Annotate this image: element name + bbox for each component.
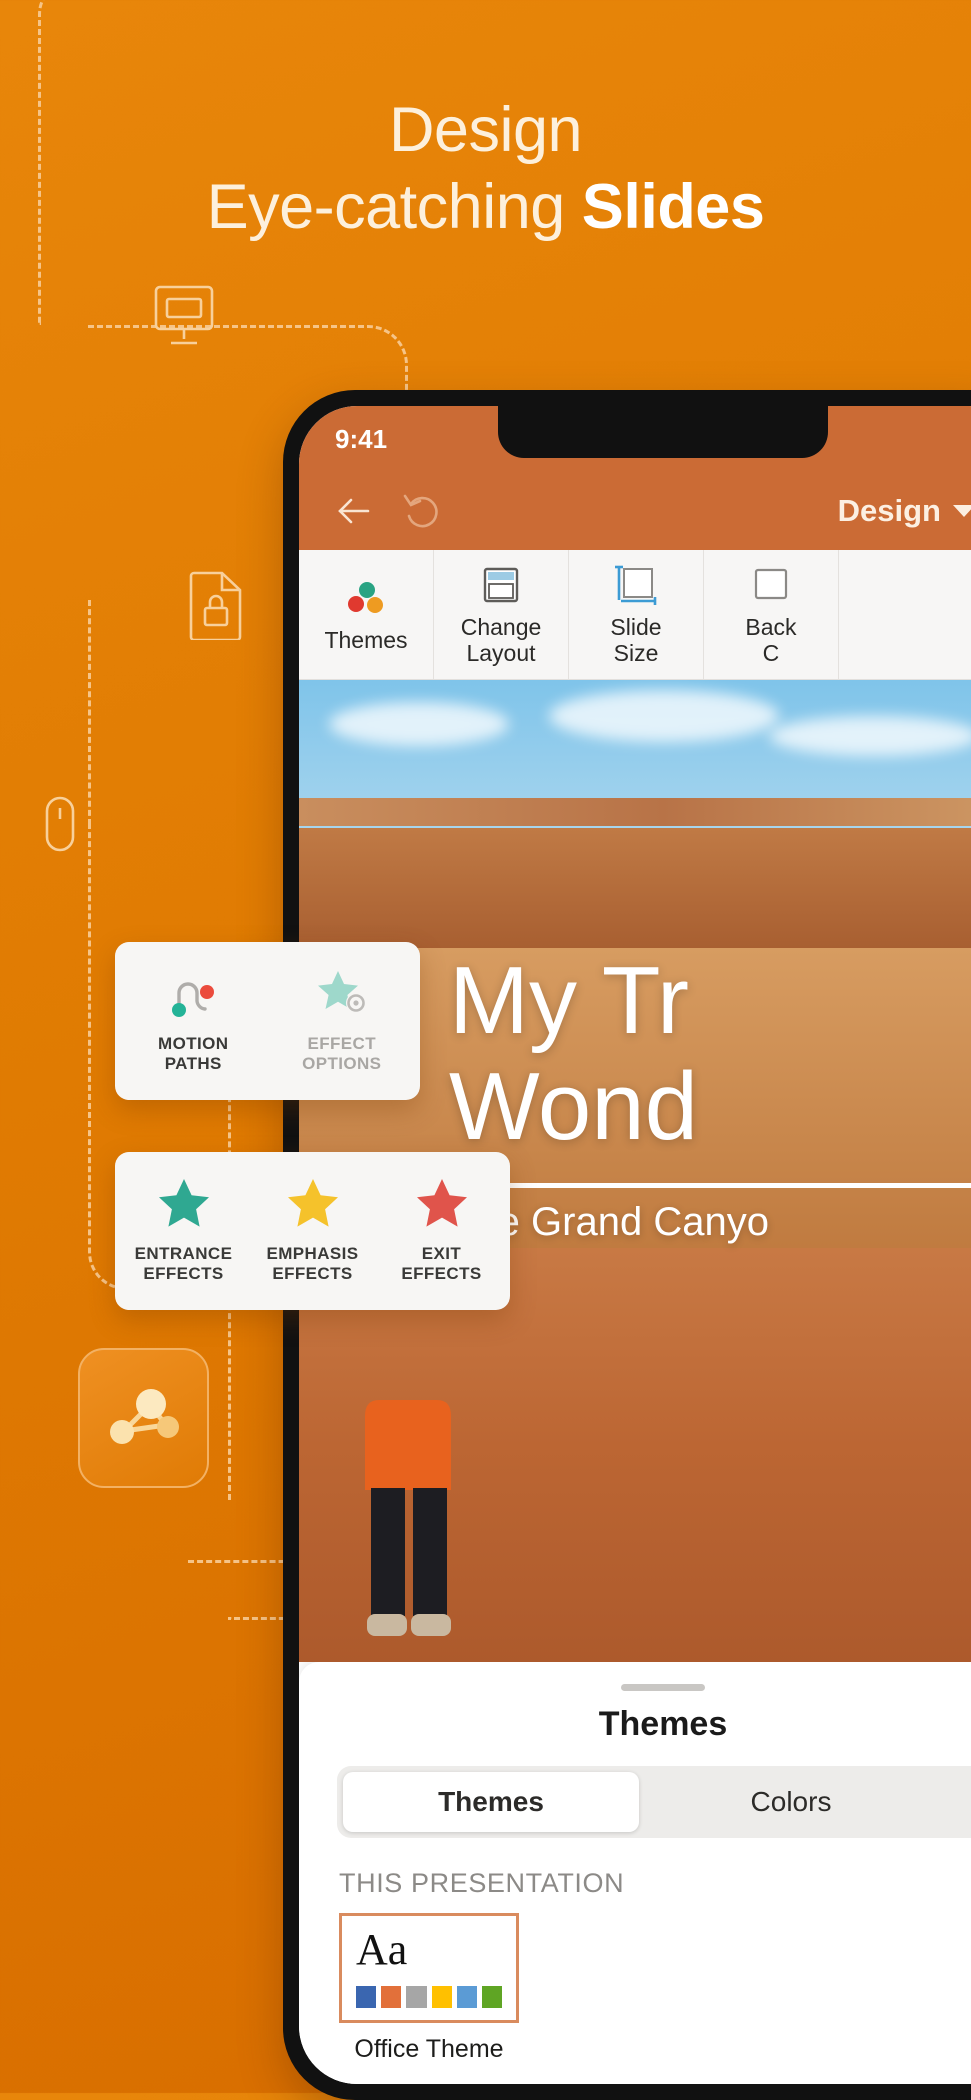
cell-entrance-effects[interactable]: ENTRANCE EFFECTS (119, 1174, 248, 1290)
sheet-tab-bar: Themes Colors (337, 1766, 971, 1838)
label-exit-effects: EXIT EFFECTS (401, 1244, 482, 1284)
tab-design[interactable]: Design (838, 493, 971, 529)
effect-options-icon (314, 964, 370, 1022)
cell-emphasis-effects[interactable]: EMPHASIS EFFECTS (248, 1174, 377, 1290)
sheet-title: Themes (598, 1705, 728, 1743)
undo-icon[interactable] (401, 490, 443, 532)
theme-item-office[interactable]: Aa Office Theme (339, 1913, 519, 2064)
cloud-shape (549, 690, 779, 742)
themes-bottom-sheet: Themes Themes Colors THIS PRESENTATION A… (299, 1662, 971, 2084)
theme-swatch (431, 1986, 452, 2008)
slide-title-line-1: My Tr (449, 947, 689, 1054)
animation-card-motion: MOTION PATHS EFFECT OPTIONS (115, 942, 420, 1100)
hiker-photo-figure (365, 1400, 451, 1636)
headline-line-1: Design (388, 95, 583, 165)
page-title: Design Eye-catching Slides (0, 92, 971, 247)
mouse-icon (44, 795, 76, 853)
themes-dots-icon (343, 575, 389, 621)
theme-swatch-row (356, 1986, 503, 2008)
design-ribbon: Themes Change Layout Slide Size Back C (299, 550, 971, 680)
cloud-shape (769, 716, 971, 756)
dashed-path-left-down (88, 600, 91, 825)
tab-overflow[interactable] (943, 1772, 971, 1832)
background-color-icon (748, 562, 794, 608)
cloud-shape (329, 702, 509, 746)
star-teal-icon (156, 1174, 212, 1232)
slide-title-line-2: Wond (449, 1052, 699, 1160)
app-logo-nodes-icon (109, 1389, 179, 1444)
theme-thumbnail: Aa (339, 1913, 519, 2023)
section-label-this-presentation: THIS PRESENTATION (339, 1868, 625, 1898)
label-motion-paths: MOTION PATHS (158, 1034, 229, 1074)
animation-card-effects: ENTRANCE EFFECTS EMPHASIS EFFECTS EXIT E… (115, 1152, 510, 1310)
cell-exit-effects[interactable]: EXIT EFFECTS (377, 1174, 506, 1290)
cell-motion-paths[interactable]: MOTION PATHS (119, 964, 268, 1080)
star-red-icon (414, 1174, 470, 1232)
tab-themes[interactable]: Themes (343, 1772, 639, 1832)
star-yellow-icon (285, 1174, 341, 1232)
canyon-wall (299, 828, 971, 948)
arrow-left-icon[interactable] (333, 490, 375, 532)
label-entrance-effects: ENTRANCE EFFECTS (134, 1244, 233, 1284)
theme-list: Aa Office Theme (299, 1913, 971, 2084)
slide-title-rule (451, 1183, 971, 1188)
theme-sample-text: Aa (356, 1925, 408, 1974)
slide-size-icon (612, 562, 660, 608)
app-nav-bar: Design (299, 472, 971, 550)
status-time: 9:41 (335, 423, 388, 454)
presentation-screen-icon (153, 283, 215, 349)
ribbon-button-slide-size[interactable]: Slide Size (569, 550, 704, 679)
motion-path-icon (165, 964, 221, 1022)
theme-swatch (356, 1986, 377, 2008)
theme-swatch (481, 1986, 503, 2008)
promo-graphic: Design Eye-catching Slides 9:41 Design T… (0, 0, 971, 2100)
theme-swatch (381, 1986, 402, 2008)
ribbon-button-background-color[interactable]: Back C (704, 550, 839, 679)
ribbon-button-themes[interactable]: Themes (299, 550, 434, 679)
tab-design-label: Design (837, 493, 941, 528)
label-effect-options: EFFECT OPTIONS (302, 1034, 382, 1074)
theme-name-label: Office Theme (354, 2035, 504, 2063)
app-logo-tile (78, 1348, 209, 1488)
slide-title: My Tr Wond (449, 948, 971, 1159)
ribbon-label-slide-size: Slide Size (610, 614, 662, 666)
ribbon-label-themes: Themes (324, 627, 408, 654)
theme-swatch (456, 1986, 477, 2008)
tab-colors[interactable]: Colors (643, 1772, 939, 1832)
change-layout-icon (478, 562, 524, 608)
theme-swatch (406, 1986, 427, 2008)
canyon-ridge (299, 798, 971, 826)
ribbon-label-change-layout: Change Layout (460, 614, 542, 666)
cell-effect-options[interactable]: EFFECT OPTIONS (268, 964, 417, 1080)
sheet-drag-handle[interactable] (621, 1684, 705, 1691)
phone-notch (498, 406, 828, 458)
headline-line-2-light: Eye-catching (206, 172, 582, 243)
ribbon-label-background-color: Back C (745, 614, 797, 666)
document-lock-icon (188, 570, 244, 640)
chevron-down-icon (953, 505, 971, 517)
ribbon-button-change-layout[interactable]: Change Layout (434, 550, 569, 679)
label-emphasis-effects: EMPHASIS EFFECTS (266, 1244, 359, 1284)
headline-line-2-bold: Slides (581, 172, 765, 243)
